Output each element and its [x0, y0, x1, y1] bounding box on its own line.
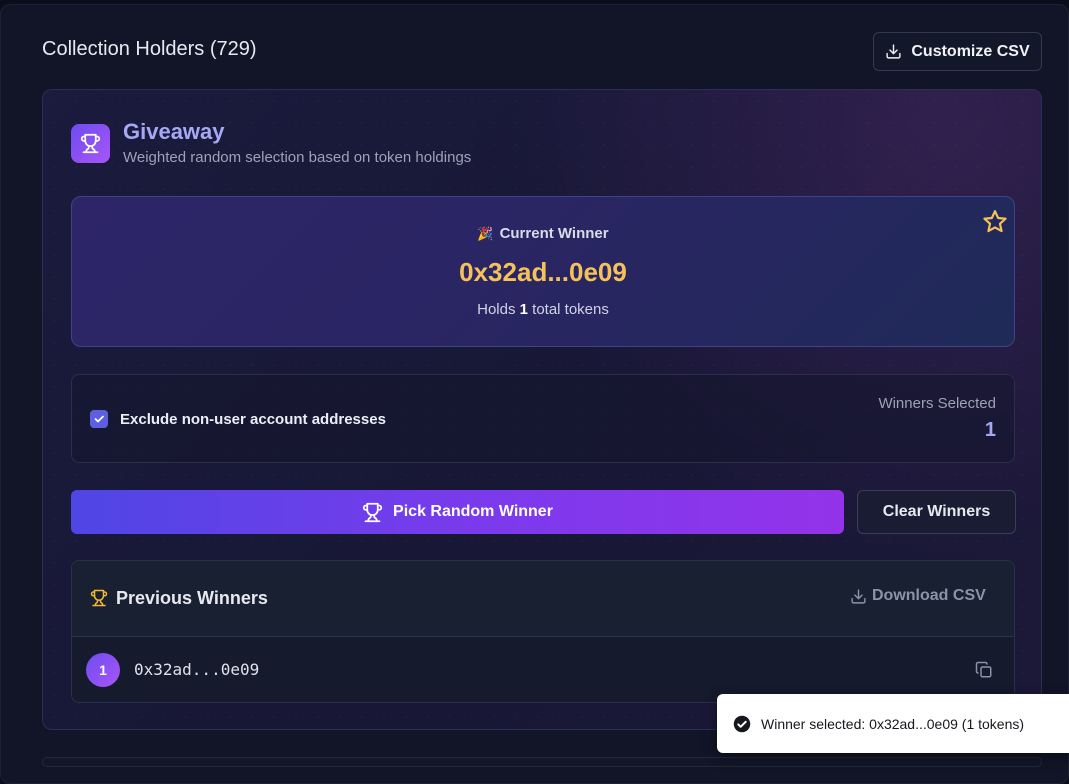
current-winner-holdings: Holds 1 total tokens	[72, 301, 1014, 318]
copy-icon[interactable]	[975, 661, 993, 679]
toast-message: Winner selected: 0x32ad...0e09 (1 tokens…	[761, 715, 1025, 732]
clear-winners-button[interactable]: Clear Winners	[857, 490, 1016, 534]
previous-winner-address: 0x32ad...0e09	[134, 660, 260, 679]
current-winner-label: Current Winner	[499, 225, 609, 242]
party-popper-icon: 🎉	[477, 226, 494, 241]
pick-random-winner-button[interactable]: Pick Random Winner	[71, 490, 844, 534]
clear-winners-label: Clear Winners	[882, 503, 991, 520]
exclude-non-user-checkbox[interactable]	[90, 410, 108, 428]
customize-csv-label: Customize CSV	[911, 42, 1030, 60]
holds-count: 1	[519, 301, 528, 318]
giveaway-card: Giveaway Weighted random selection based…	[42, 89, 1042, 730]
giveaway-badge	[71, 124, 110, 163]
download-icon	[851, 588, 866, 604]
customize-csv-button[interactable]: Customize CSV	[873, 32, 1042, 71]
current-winner-box: 🎉 Current Winner 0x32ad...0e09 Holds 1 to…	[71, 196, 1015, 347]
previous-winners-title: Previous Winners	[116, 588, 268, 608]
download-icon	[886, 44, 901, 59]
checkmark-icon	[94, 415, 104, 423]
giveaway-subtitle: Weighted random selection based on token…	[123, 149, 472, 166]
trophy-icon	[362, 502, 383, 522]
winner-rank-badge: 1	[86, 653, 120, 687]
holds-suffix: total tokens	[532, 301, 609, 318]
trophy-icon	[80, 133, 101, 154]
current-winner-address: 0x32ad...0e09	[459, 257, 627, 287]
winner-toast: Winner selected: 0x32ad...0e09 (1 tokens…	[717, 694, 1069, 753]
holds-prefix: Holds	[477, 301, 516, 318]
download-csv-label: Download CSV	[872, 587, 986, 604]
download-csv-button[interactable]: Download CSV	[850, 587, 986, 605]
current-winner-heading: 🎉 Current Winner	[72, 225, 1014, 242]
giveaway-title: Giveaway	[123, 119, 225, 144]
winners-selected-label: Winners Selected	[878, 395, 996, 412]
winners-selected-count: 1	[984, 419, 996, 441]
previous-winners-section: Previous Winners Download CSV 1 0x32ad..…	[71, 560, 1015, 703]
previous-winners-header: Previous Winners Download CSV	[72, 561, 1014, 637]
giveaway-options: Exclude non-user account addresses Winne…	[71, 374, 1015, 463]
trophy-icon	[90, 589, 108, 607]
next-card-edge	[42, 757, 1042, 767]
page-title: Collection Holders (729)	[42, 38, 257, 60]
exclude-non-user-label[interactable]: Exclude non-user account addresses	[120, 411, 386, 428]
collection-holders-panel: Collection Holders (729) Customize CSV G…	[0, 4, 1069, 784]
pick-random-winner-label: Pick Random Winner	[393, 503, 553, 520]
sparkle-star-icon	[983, 210, 1007, 233]
check-circle-icon	[733, 715, 751, 732]
